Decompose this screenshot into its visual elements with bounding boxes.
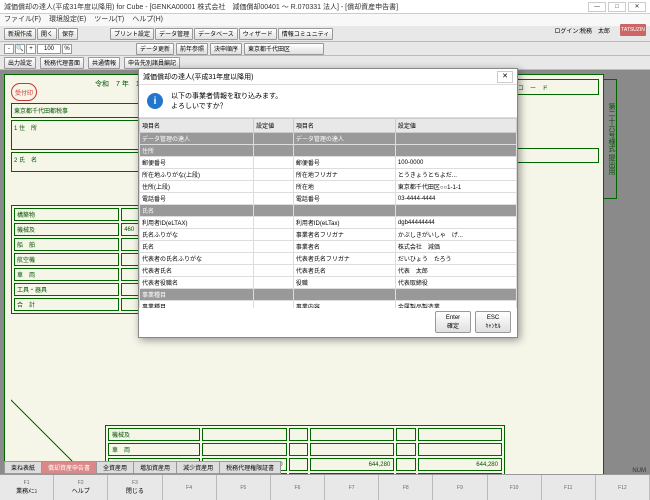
loc-select[interactable]: 東京都千代田区 <box>244 43 324 55</box>
menubar: ファイル(F) 環境設定(E) ツール(T) ヘルプ(H) <box>0 14 650 26</box>
community-button[interactable]: 情報コミュニティ <box>278 28 334 40</box>
dialog-titlebar: 減価償却の達人(平成31年度以降用) ✕ <box>139 69 517 85</box>
dialog-message: i 以下の事業者情報を取り込みます。よろしいですか？ <box>139 85 517 118</box>
f12[interactable]: F12 <box>596 475 650 500</box>
minimize-button[interactable]: — <box>588 2 606 12</box>
dialog-grid[interactable]: 項目名設定値項目名設定値 データ管理の達人データ管理の達人住所郵便番号郵便番号1… <box>139 118 517 308</box>
f5[interactable]: F5 <box>217 475 271 500</box>
f3[interactable]: F3閉じる <box>108 475 162 500</box>
tab-0[interactable]: 束ね表紙 <box>4 461 42 474</box>
status-num: NUM <box>632 468 646 474</box>
enter-button[interactable]: Enter確定 <box>435 311 471 333</box>
new-button[interactable]: 新規作成 <box>4 28 36 40</box>
dialog-close-button[interactable]: ✕ <box>497 71 513 83</box>
zoom-value[interactable]: 100 <box>37 44 61 54</box>
tab-2[interactable]: 全資産用 <box>96 461 134 474</box>
wizard-button[interactable]: ウィザード <box>239 28 277 40</box>
menu-tool[interactable]: ツール(T) <box>94 14 124 26</box>
function-keys: F1業務ﾒﾆｭ F2ヘルプ F3閉じる F4 F5 F6 F7 F8 F9 F1… <box>0 474 650 500</box>
f9[interactable]: F9 <box>433 475 487 500</box>
f2[interactable]: F2ヘルプ <box>54 475 108 500</box>
tab-5[interactable]: 税務代理権限証書 <box>219 461 281 474</box>
seq-button[interactable]: 決申順序 <box>210 43 242 55</box>
import-dialog: 減価償却の達人(平成31年度以降用) ✕ i 以下の事業者情報を取り込みます。よ… <box>138 68 518 338</box>
esc-button[interactable]: ESCｷｬﾝｾﾙ <box>475 311 511 333</box>
zoom-fit-button[interactable]: 🔍 <box>15 44 25 54</box>
tax-button[interactable]: 税務代理書面 <box>40 57 84 69</box>
f8[interactable]: F8 <box>379 475 433 500</box>
menu-env[interactable]: 環境設定(E) <box>49 14 86 26</box>
shinkoku-button[interactable]: 申告先別諸員編記 <box>124 57 180 69</box>
tab-3[interactable]: 増加資産用 <box>133 461 177 474</box>
window-titlebar: 減価償却の達人(平成31年度以降用) for Cube - [GENKA0000… <box>0 0 650 14</box>
stamp: 受付印 <box>11 83 37 101</box>
sheet-tabs: 束ね表紙 償却資産申告書 全資産用 増加資産用 減少資産用 税務代理権限証書 <box>4 461 280 474</box>
db-button[interactable]: データベース <box>194 28 238 40</box>
dialog-title: 減価償却の達人(平成31年度以降用) <box>143 72 253 82</box>
data-button[interactable]: データ管理 <box>155 28 193 40</box>
f7[interactable]: F7 <box>325 475 379 500</box>
menu-help[interactable]: ヘルプ(H) <box>132 14 163 26</box>
open-button[interactable]: 開く <box>37 28 57 40</box>
logo: TATSUZIN <box>620 24 646 36</box>
dialog-buttons: Enter確定 ESCｷｬﾝｾﾙ <box>435 311 511 333</box>
login-label: ログイン:税務 太郎 <box>554 26 610 35</box>
f4[interactable]: F4 <box>163 475 217 500</box>
zoom-pct: % <box>62 44 72 54</box>
zoom-controls: - 🔍 + 100 % <box>4 44 72 54</box>
zoom-in-button[interactable]: + <box>26 44 36 54</box>
toolbar-2: - 🔍 + 100 % データ更新 前年参照 決申順序 東京都千代田区 <box>0 42 650 56</box>
close-button[interactable]: ✕ <box>628 2 646 12</box>
f10[interactable]: F10 <box>488 475 542 500</box>
update-button[interactable]: データ更新 <box>136 43 174 55</box>
maximize-button[interactable]: □ <box>608 2 626 12</box>
side-vert: 第二十六号様式 提出用 <box>603 79 617 199</box>
print-button[interactable]: プリント設定 <box>110 28 154 40</box>
menu-file[interactable]: ファイル(F) <box>4 14 41 26</box>
f11[interactable]: F11 <box>542 475 596 500</box>
tab-4[interactable]: 減少資産用 <box>176 461 220 474</box>
zoom-out-button[interactable]: - <box>4 44 14 54</box>
save-button[interactable]: 保存 <box>58 28 78 40</box>
app-title: 減価償却の達人(平成31年度以降用) for Cube - [GENKA0000… <box>4 2 398 12</box>
common-button[interactable]: 共通情報 <box>88 57 120 69</box>
output-button[interactable]: 出力設定 <box>4 57 36 69</box>
f6[interactable]: F6 <box>271 475 325 500</box>
prev-button[interactable]: 前年参照 <box>176 43 208 55</box>
tab-1[interactable]: 償却資産申告書 <box>41 461 97 474</box>
info-icon: i <box>147 93 163 109</box>
toolbar-1: 新規作成 開く 保存 プリント設定 データ管理 データベース ウィザード 情報コ… <box>0 26 650 42</box>
f1[interactable]: F1業務ﾒﾆｭ <box>0 475 54 500</box>
